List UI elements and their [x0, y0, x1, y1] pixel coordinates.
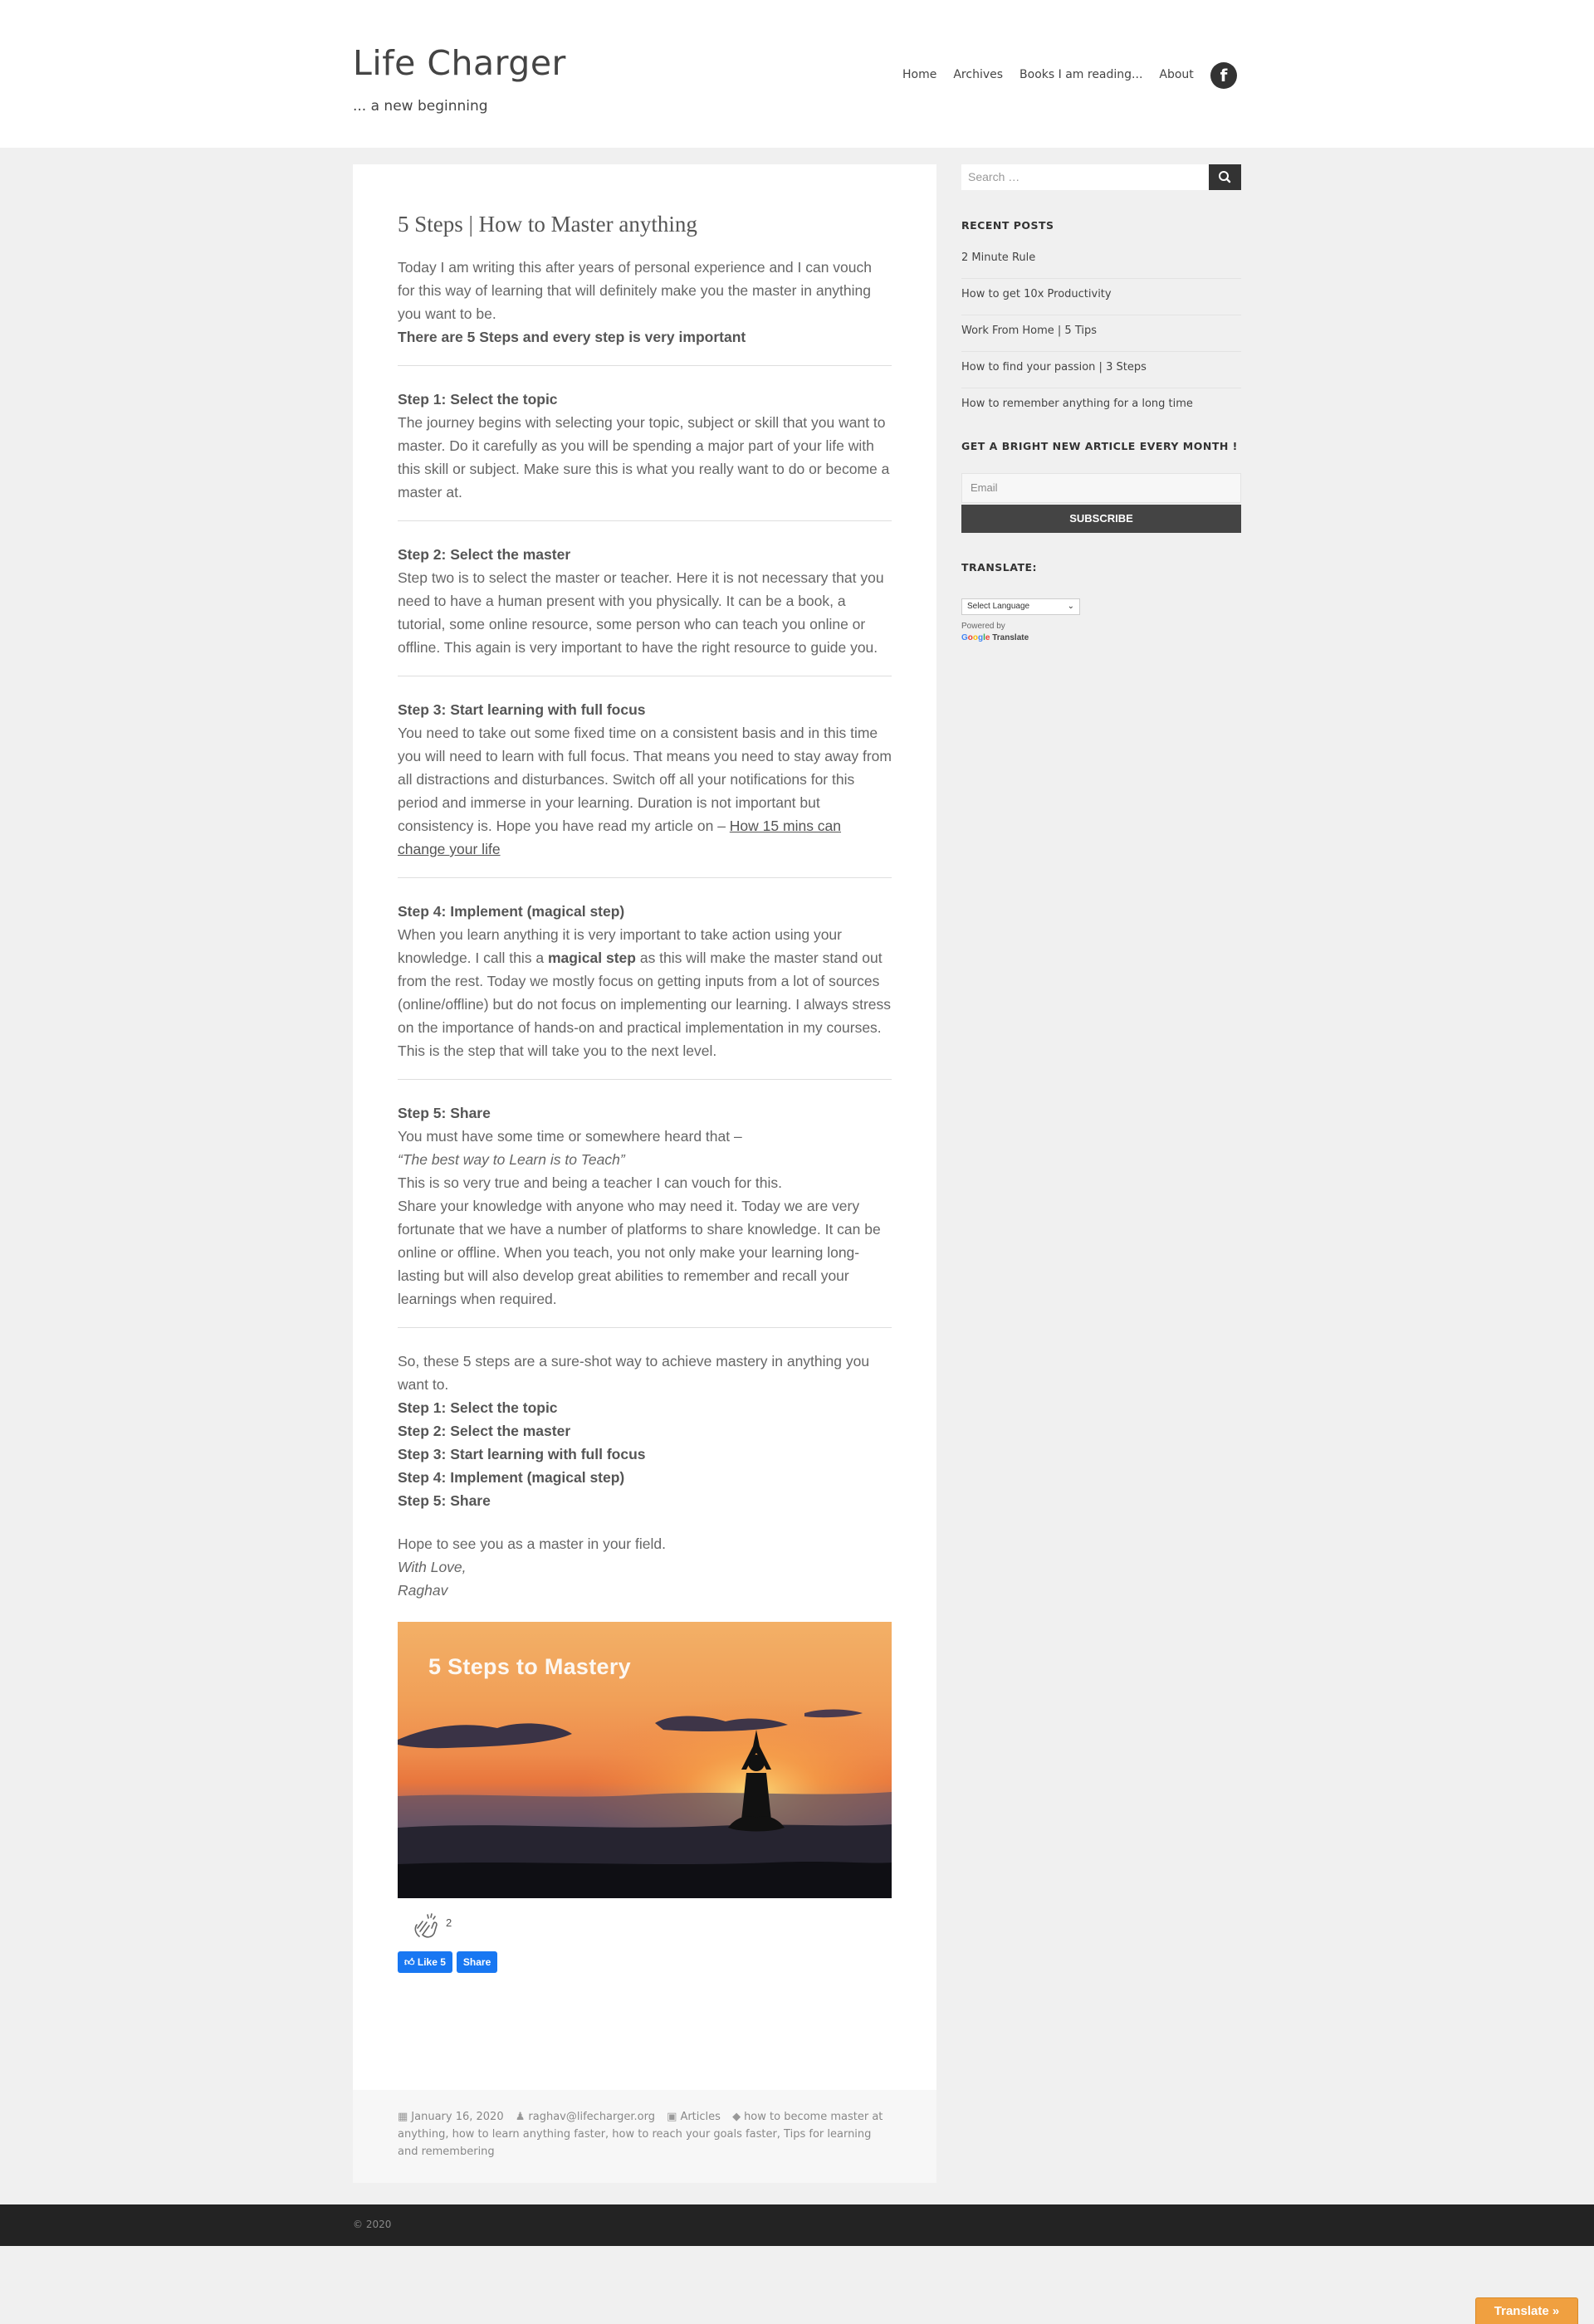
- search-form: Search …: [961, 164, 1241, 190]
- entry-content: 5 Steps | How to Master anything Today I…: [398, 211, 892, 1973]
- nav-home[interactable]: Home: [902, 68, 936, 81]
- step-body: The journey begins with selecting your t…: [398, 414, 890, 500]
- nav-archives[interactable]: Archives: [953, 68, 1003, 81]
- step-line: This is so very true and being a teacher…: [398, 1174, 783, 1191]
- divider: [398, 520, 892, 521]
- subscribe-title: GET A BRIGHT NEW ARTICLE EVERY MONTH !: [961, 440, 1238, 452]
- folder-icon: ▣: [667, 2111, 677, 2123]
- recent-posts-title: RECENT POSTS: [961, 219, 1054, 232]
- translate-tab-button[interactable]: Translate »: [1475, 2297, 1578, 2324]
- recent-post-link[interactable]: Work From Home | 5 Tips: [961, 315, 1241, 352]
- step-body: When you learn anything it is very impor…: [398, 923, 892, 1062]
- divider: [398, 877, 892, 878]
- clap-count: 2: [446, 1916, 452, 1929]
- email-field[interactable]: Email: [961, 473, 1241, 503]
- facebook-share-button[interactable]: Share: [456, 1951, 498, 1973]
- post-author[interactable]: raghav@lifecharger.org: [528, 2111, 655, 2123]
- step-line: You must have some time or somewhere hea…: [398, 1128, 742, 1145]
- intro-bold: There are 5 Steps and every step is very…: [398, 329, 746, 345]
- summary-intro: So, these 5 steps are a sure-shot way to…: [398, 1353, 870, 1393]
- step-heading: Step 5: Share: [398, 1105, 491, 1121]
- subscribe-button[interactable]: SUBSCRIBE: [961, 505, 1241, 533]
- powered-by-google: Powered by Google Translate: [961, 621, 1029, 644]
- entry-meta: ▦ January 16, 2020 ♟ raghav@lifecharger.or…: [353, 2090, 936, 2183]
- quote: “The best way to Learn is to Teach”: [398, 1151, 625, 1168]
- step-body: You need to take out some fixed time on …: [398, 721, 892, 861]
- closing-text: Hope to see you as a master in your fiel…: [398, 1536, 666, 1552]
- site-title[interactable]: Life Charger: [353, 43, 566, 83]
- post-title: 5 Steps | How to Master anything: [398, 212, 697, 237]
- step-body-bold: magical step: [547, 950, 636, 966]
- post-category[interactable]: Articles: [680, 2111, 720, 2123]
- step-heading: Step 1: Select the topic: [398, 391, 558, 408]
- clap-icon[interactable]: [411, 1911, 441, 1940]
- nav-about[interactable]: About: [1159, 68, 1193, 81]
- hero-caption: 5 Steps to Mastery: [428, 1654, 631, 1679]
- intro-text: Today I am writing this after years of p…: [398, 259, 872, 322]
- divider: [398, 365, 892, 366]
- site-tagline: ... a new beginning: [353, 98, 488, 115]
- search-button[interactable]: [1209, 164, 1241, 190]
- powered-by-label: Powered by: [961, 622, 1005, 631]
- google-logo: Google: [961, 633, 990, 642]
- summary-step: Step 3: Start learning with full focus: [398, 1446, 646, 1462]
- summary-step: Step 4: Implement (magical step): [398, 1469, 625, 1486]
- recent-post-link[interactable]: How to remember anything for a long time: [961, 388, 1241, 425]
- facebook-buttons: 👍︎ Like 5 Share: [398, 1951, 892, 1973]
- author-sign: Raghav: [398, 1582, 448, 1599]
- translate-title: TRANSLATE:: [961, 561, 1038, 574]
- step-body: Step two is to select the master or teac…: [398, 569, 884, 656]
- article-card: 5 Steps | How to Master anything Today I…: [353, 164, 936, 2090]
- divider: [398, 1079, 892, 1080]
- step-heading: Step 2: Select the master: [398, 546, 571, 563]
- recent-post-link[interactable]: 2 Minute Rule: [961, 242, 1241, 279]
- chevron-down-icon: ⌄: [1067, 602, 1074, 611]
- summary-step: Step 2: Select the master: [398, 1423, 571, 1439]
- hero-image: 5 Steps to Mastery: [398, 1622, 892, 1898]
- clap-widget[interactable]: 2: [411, 1911, 892, 1940]
- translate-link[interactable]: Translate: [992, 633, 1029, 642]
- thumbs-up-icon: 👍︎: [404, 1956, 418, 1968]
- user-icon: ♟: [515, 2111, 526, 2123]
- main-nav: Home Archives Books I am reading... Abou…: [902, 68, 1210, 81]
- signoff: With Love,: [398, 1559, 467, 1575]
- facebook-icon[interactable]: f: [1210, 62, 1237, 89]
- recent-post-link[interactable]: How to find your passion | 3 Steps: [961, 352, 1241, 388]
- search-input[interactable]: Search …: [961, 164, 1209, 190]
- post-date[interactable]: January 16, 2020: [411, 2111, 503, 2123]
- language-select[interactable]: Select Language ⌄: [961, 598, 1080, 615]
- summary-step: Step 1: Select the topic: [398, 1399, 558, 1416]
- language-select-label: Select Language: [967, 602, 1030, 611]
- facebook-like-label: Like 5: [417, 1956, 446, 1968]
- site-header: Life Charger ... a new beginning Home Ar…: [0, 0, 1594, 148]
- copyright: © 2020: [353, 2219, 392, 2230]
- recent-posts-list: 2 Minute Rule How to get 10x Productivit…: [961, 242, 1241, 425]
- site-footer: © 2020: [0, 2204, 1594, 2246]
- search-icon: [1219, 171, 1231, 183]
- recent-post-link[interactable]: How to get 10x Productivity: [961, 279, 1241, 315]
- tag-icon: ◆: [732, 2111, 741, 2123]
- summary-step: Step 5: Share: [398, 1492, 491, 1509]
- calendar-icon: ▦: [398, 2111, 408, 2123]
- step-body: Share your knowledge with anyone who may…: [398, 1198, 881, 1307]
- divider: [398, 1327, 892, 1328]
- nav-books[interactable]: Books I am reading...: [1019, 68, 1142, 81]
- facebook-like-button[interactable]: 👍︎ Like 5: [398, 1951, 452, 1973]
- sidebar: Search … RECENT POSTS 2 Minute Rule How …: [961, 164, 1241, 642]
- step-heading: Step 3: Start learning with full focus: [398, 701, 646, 718]
- step-heading: Step 4: Implement (magical step): [398, 903, 625, 920]
